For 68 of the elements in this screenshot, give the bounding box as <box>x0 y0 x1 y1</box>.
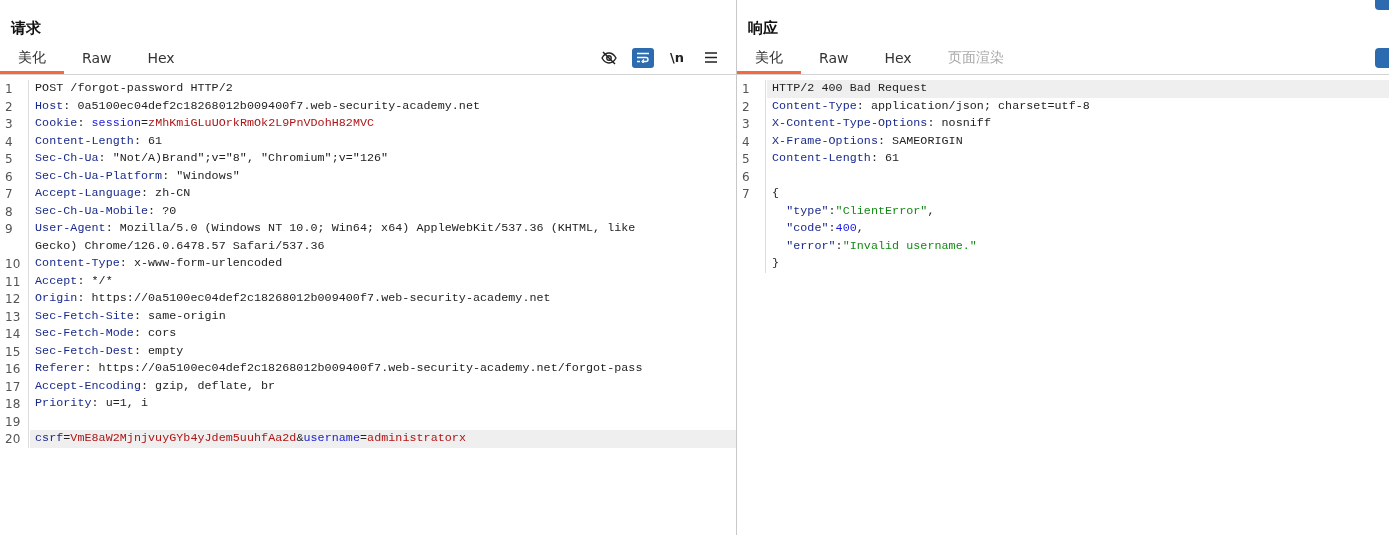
line-number: 17 <box>0 377 29 395</box>
line-number: 2 <box>737 97 766 115</box>
code-line: Content-Length: 61 <box>34 132 164 150</box>
code-line: Sec-Fetch-Mode: cors <box>34 325 178 342</box>
line-number: 11 <box>0 272 29 290</box>
line-number: 2 <box>0 97 29 115</box>
code-line: Origin: https://0a5100ec04def2c18268012b009400f7.web-security-academy.net <box>34 290 552 307</box>
code-line: Content-Type: x-www-form-urlencoded <box>34 255 284 272</box>
line-number: 12 <box>0 290 29 308</box>
wrap-icon <box>636 52 650 63</box>
view-tab[interactable]: 美化 <box>0 41 64 74</box>
menu-icon <box>705 52 717 63</box>
line-number: 1 <box>737 80 766 98</box>
line-number: 5 <box>0 150 29 168</box>
code-line: Host: 0a5100ec04def2c18268012b009400f7.web-security-academy.net <box>34 97 482 115</box>
code-line: Sec-Ch-Ua-Mobile: ?0 <box>34 202 178 220</box>
code-line: User-Agent: Mozilla/5.0 (Windows NT 10.0; Win64; x64) AppleWebKit/537.36 (KHTML, like <box>34 220 637 237</box>
code-line: "code":400, <box>785 220 865 237</box>
line-number: 13 <box>0 307 29 325</box>
newline-toggle[interactable]: \n <box>666 47 688 68</box>
line-number: 3 <box>737 115 766 133</box>
code-line: Sec-Ch-Ua: "Not/A)Brand";v="8", "Chromium";v="126" <box>34 150 390 167</box>
line-number: 4 <box>737 132 766 150</box>
view-tab[interactable]: 美化 <box>737 41 801 74</box>
code-line: Referer: https://0a5100ec04def2c18268012b009400f7.web-security-academy.net/forgot-pass <box>34 360 644 377</box>
line-number: 18 <box>0 395 29 413</box>
code-line: X-Frame-Options: SAMEORIGIN <box>771 132 964 150</box>
code-line: Content-Length: 61 <box>771 150 901 167</box>
line-number: 7 <box>0 185 29 203</box>
line-number: 20 <box>0 430 29 448</box>
code-line: { <box>771 185 781 202</box>
view-tab[interactable]: Raw <box>819 41 849 74</box>
line-number: 4 <box>0 132 29 150</box>
code-line: } <box>771 255 781 272</box>
view-tab[interactable]: Hex <box>884 41 912 74</box>
line-number: 19 <box>0 412 29 430</box>
panel-title: 请求 <box>11 19 41 39</box>
line-number: 8 <box>0 202 29 220</box>
line-number: 3 <box>0 115 29 133</box>
code-line: Cookie: session=zMhKmiGLuUOrkRmOk2L9PnVDohH82MVC <box>34 115 376 132</box>
line-number: 14 <box>0 325 29 343</box>
code-line: X-Content-Type-Options: nosniff <box>771 115 992 132</box>
view-tab[interactable]: Hex <box>147 41 175 74</box>
code-line: Accept-Language: zh-CN <box>34 185 192 202</box>
line-number: 5 <box>737 150 766 168</box>
code-line: Accept-Encoding: gzip, deflate, br <box>34 377 277 395</box>
code-line: Accept: */* <box>34 272 114 290</box>
code-line: "error":"Invalid username." <box>785 237 978 255</box>
code-line: Sec-Fetch-Dest: empty <box>34 342 185 360</box>
line-number: 16 <box>0 360 29 378</box>
line-number: 15 <box>0 342 29 360</box>
line-number: 10 <box>0 255 29 273</box>
code-line: Sec-Ch-Ua-Platform: "Windows" <box>34 167 241 185</box>
line-number: 9 <box>0 220 29 238</box>
code-line: POST /forgot-password HTTP/2 <box>34 80 234 97</box>
code-line: "type":"ClientError", <box>785 202 936 220</box>
line-number: 6 <box>0 167 29 185</box>
line-number: 6 <box>737 167 766 185</box>
view-tab[interactable]: Raw <box>82 41 112 74</box>
wrap-toggle[interactable] <box>632 47 654 68</box>
code-line: Content-Type: application/json; charset=utf-8 <box>771 97 1091 115</box>
line-number: 1 <box>0 80 29 98</box>
code-line: Gecko) Chrome/126.0.6478.57 Safari/537.36 <box>34 237 326 255</box>
eye-slash-icon <box>601 50 617 65</box>
panel-title: 响应 <box>748 19 778 39</box>
line-number: 7 <box>737 185 766 203</box>
code-line: Priority: u=1, i <box>34 395 150 412</box>
code-line: Sec-Fetch-Site: same-origin <box>34 307 227 325</box>
